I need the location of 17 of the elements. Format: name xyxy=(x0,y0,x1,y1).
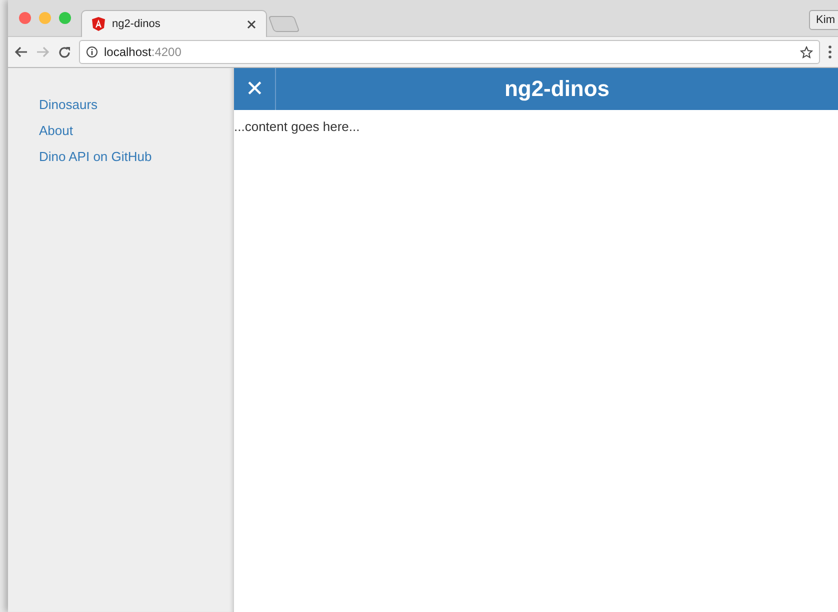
tab-title: ng2-dinos xyxy=(112,18,162,30)
close-button[interactable]: ✕ xyxy=(234,68,276,110)
shield-icon xyxy=(92,17,105,31)
reload-icon[interactable] xyxy=(58,46,71,58)
star-icon[interactable] xyxy=(800,46,813,58)
address-field[interactable]: localhost:4200 xyxy=(79,40,820,64)
page-title: ng2-dinos xyxy=(503,76,611,102)
profile-button[interactable]: Kim xyxy=(809,10,838,30)
sidebar-link[interactable]: Dino API on GitHub xyxy=(39,148,152,166)
browser-tab[interactable]: ng2-dinos xyxy=(81,10,267,37)
menu-icon[interactable] xyxy=(828,45,832,59)
back-icon[interactable] xyxy=(14,46,28,58)
close-icon[interactable] xyxy=(247,20,256,28)
sidebar-link[interactable]: Dinosaurs xyxy=(39,96,98,114)
sidebar-link[interactable]: About xyxy=(39,122,73,140)
info-icon xyxy=(86,46,98,58)
content-text: ...content goes here... xyxy=(234,119,360,134)
